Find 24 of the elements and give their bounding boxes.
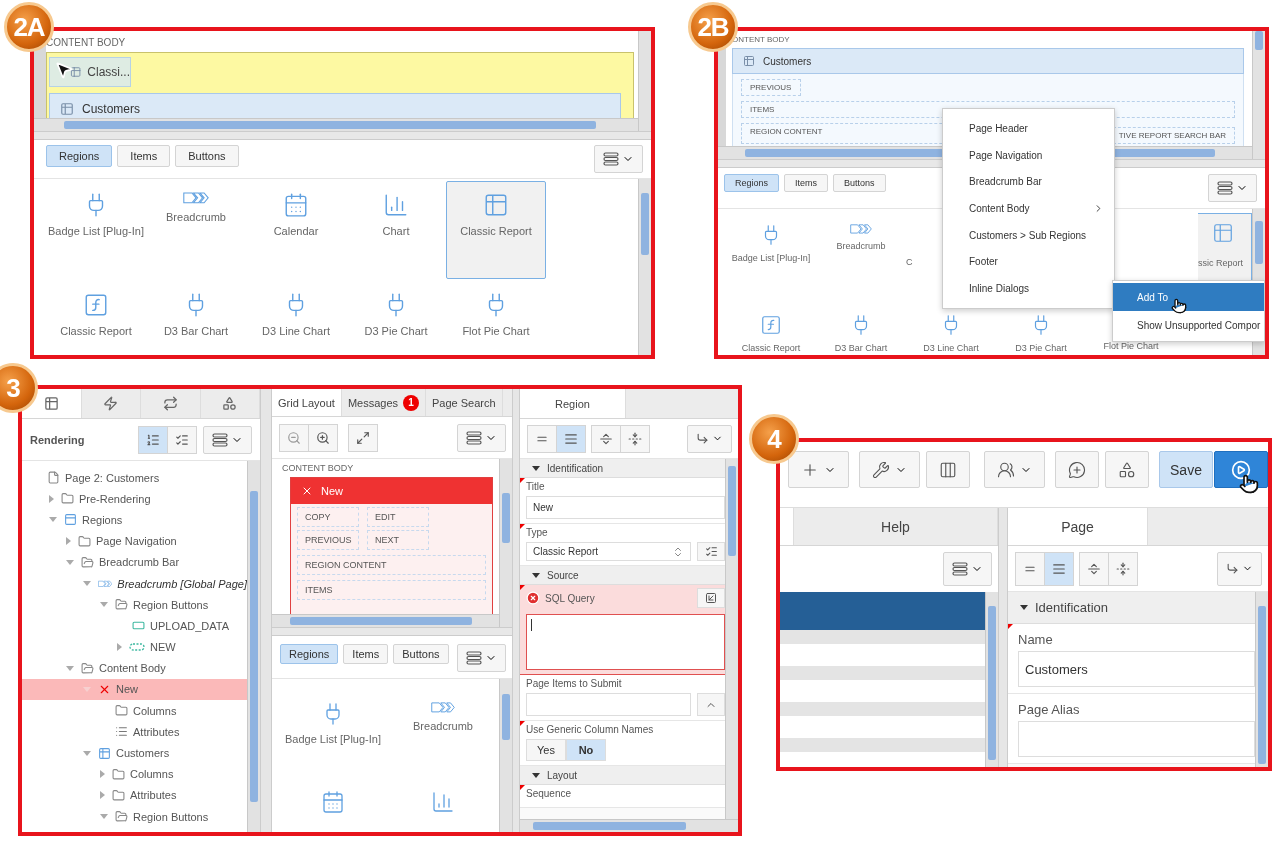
region-header: Customers (49, 93, 621, 118)
field-label: Title (526, 481, 546, 492)
slot: EDIT (367, 507, 429, 527)
field-label: Page Items to Submit (526, 678, 623, 689)
section-label: CONTENT BODY (282, 463, 355, 473)
slot: ITEMS (297, 580, 486, 600)
field-label: Type (526, 527, 549, 538)
field-label: Page Alias (1018, 702, 1081, 717)
field-label: Use Generic Column Names (526, 724, 655, 735)
section-label: ONTENT BODY (732, 35, 791, 44)
region-header: New (291, 478, 492, 504)
slot: PREVIOUS (297, 530, 359, 550)
field-label: SQL Query (545, 592, 596, 604)
count-badge: 1 (403, 394, 419, 411)
region-header: Customers (732, 48, 1244, 74)
slot: NEXT (367, 530, 429, 550)
slot: COPY (297, 507, 359, 527)
slot: REGION CONTENT (297, 555, 486, 575)
step-badge: 3 (0, 363, 38, 413)
slot: PREVIOUS (741, 79, 801, 96)
field-label: Name (1018, 632, 1054, 647)
field-label: Sequence (526, 788, 573, 799)
step-badge: 4 (749, 414, 799, 464)
pane-title: Rendering (30, 433, 86, 446)
